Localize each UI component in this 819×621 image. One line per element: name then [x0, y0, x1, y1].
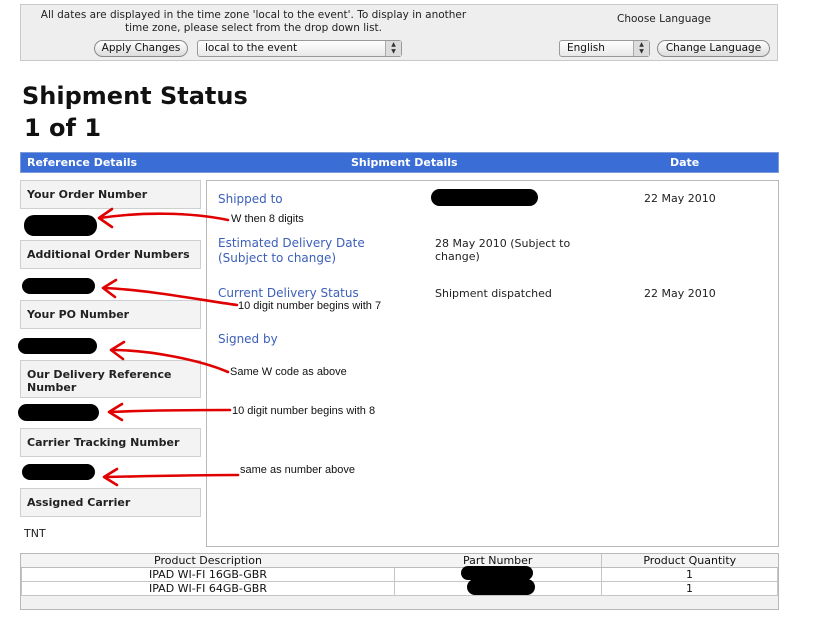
annotation-arrow: [110, 348, 230, 374]
annotation-arrow: [108, 408, 232, 414]
annotation-note: W then 8 digits: [231, 213, 304, 225]
annotation-note: Same W code as above: [230, 366, 347, 378]
table-row: IPAD WI-FI 16GB-GBR 1: [21, 566, 778, 582]
part-number-cell: [394, 579, 602, 596]
redacted-part-number: [467, 579, 535, 595]
annotation-arrow: [102, 286, 239, 307]
product-description: IPAD WI-FI 64GB-GBR: [21, 581, 395, 596]
product-quantity: 1: [601, 581, 778, 596]
annotation-note: 10 digit number begins with 7: [238, 300, 382, 312]
product-quantity: 1: [601, 567, 778, 582]
column-header: Product Description: [21, 554, 395, 568]
annotation-arrow: [103, 473, 240, 479]
table-row: IPAD WI-FI 64GB-GBR 1: [21, 579, 778, 596]
redacted-part-number: [461, 566, 533, 580]
product-description: IPAD WI-FI 16GB-GBR: [21, 567, 395, 582]
annotation-note: 10 digit number begins with 8: [232, 405, 376, 417]
product-table: Product Description Part Number Product …: [20, 553, 779, 610]
annotation-arrow: [98, 212, 230, 222]
column-header: Product Quantity: [601, 554, 778, 568]
annotation-arrows: [97, 207, 240, 487]
annotation-note: same as number above: [240, 464, 355, 476]
table-header-row: Product Description Part Number Product …: [21, 554, 778, 568]
